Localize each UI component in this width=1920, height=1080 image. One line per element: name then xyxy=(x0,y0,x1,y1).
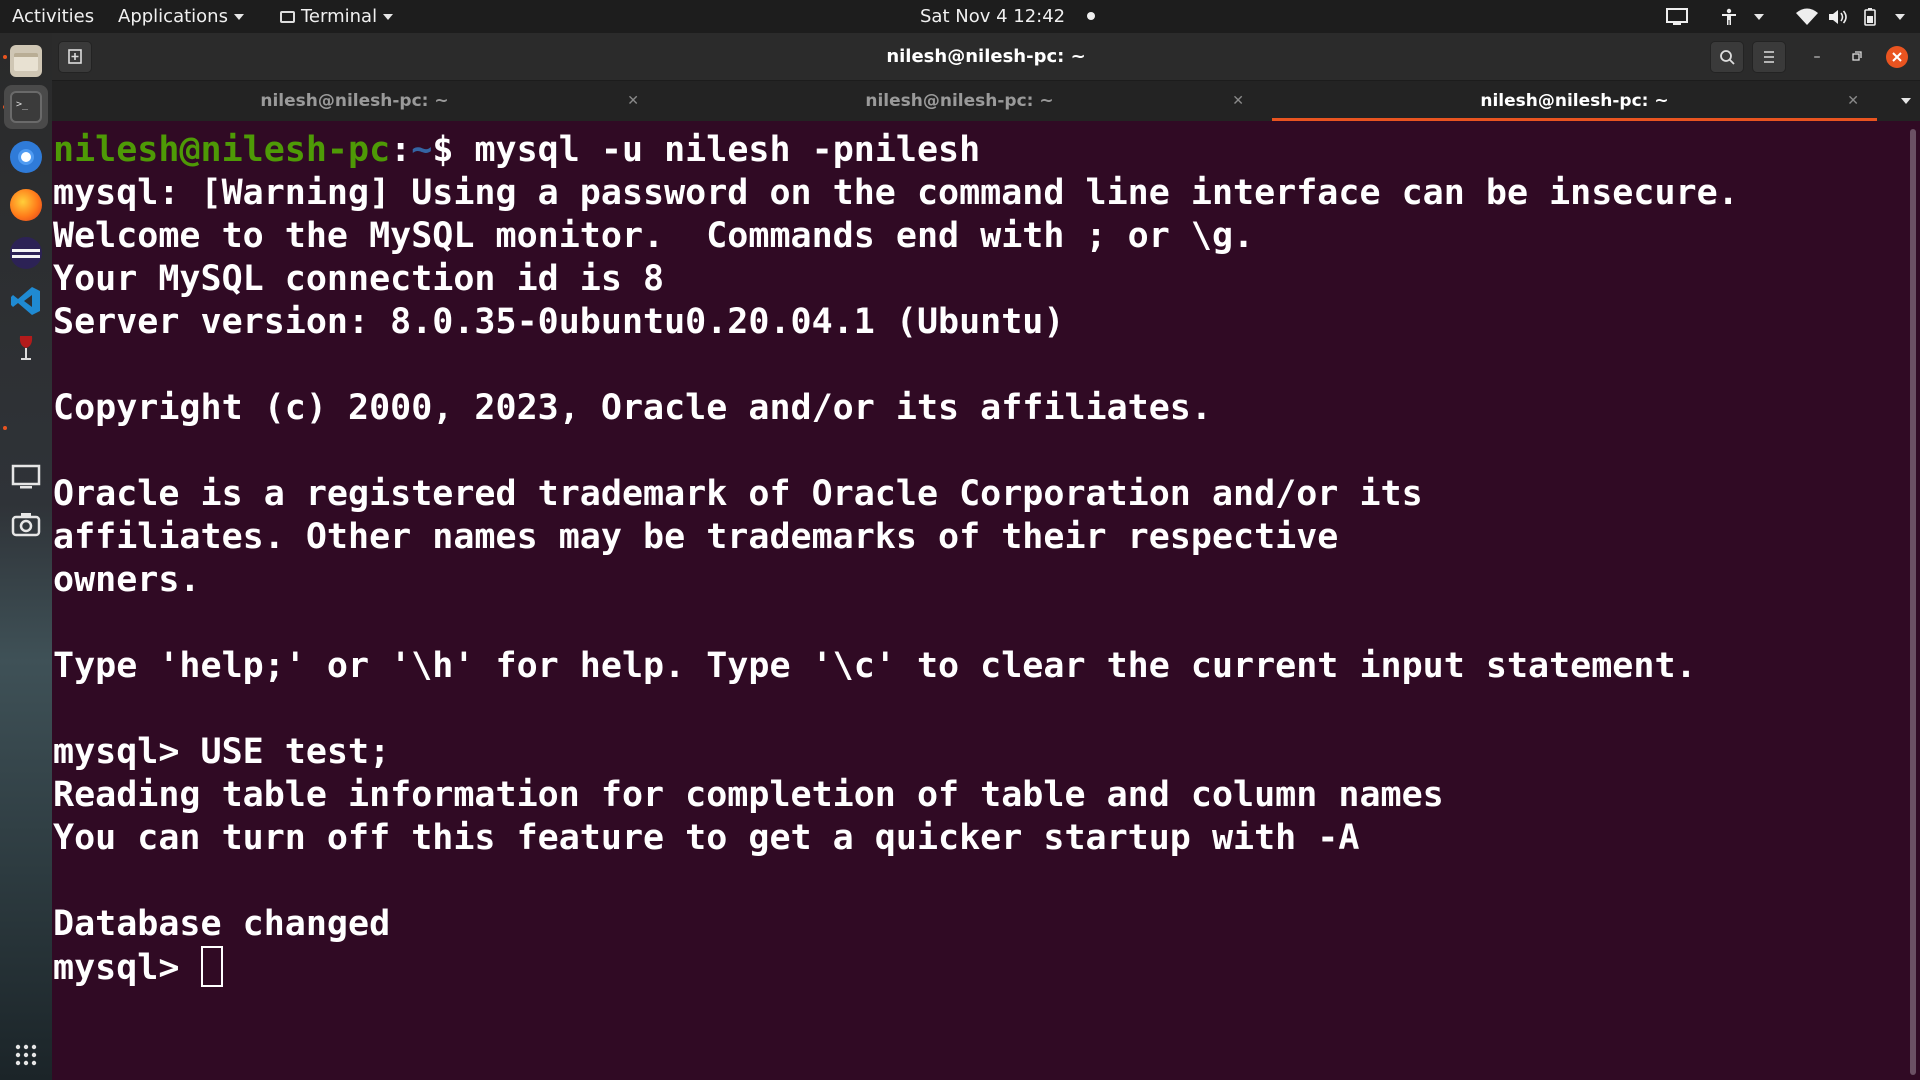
output-line: Copyright (c) 2000, 2023, Oracle and/or … xyxy=(53,388,1212,428)
maximize-button[interactable] xyxy=(1845,46,1867,68)
output-line: Server version: 8.0.35-0ubuntu0.20.04.1 … xyxy=(53,302,1065,342)
tab-bar: nilesh@nilesh-pc: ~ ✕ nilesh@nilesh-pc: … xyxy=(52,81,1920,121)
text-cursor xyxy=(200,946,223,987)
mysql-prompt: mysql> xyxy=(53,948,201,988)
output-line: You can turn off this feature to get a q… xyxy=(53,818,1360,858)
scrollbar[interactable] xyxy=(1910,129,1916,1075)
minimize-icon: – xyxy=(1813,49,1821,65)
tab-list-dropdown-icon[interactable] xyxy=(1901,98,1911,104)
activities-button[interactable]: Activities xyxy=(12,0,94,33)
search-button[interactable] xyxy=(1710,41,1744,73)
menu-button[interactable] xyxy=(1752,41,1786,73)
output-line: Type 'help;' or '\h' for help. Type '\c'… xyxy=(53,646,1697,686)
minimize-button[interactable]: – xyxy=(1806,46,1828,68)
camera-icon[interactable] xyxy=(10,509,42,541)
output-line: Reading table information for completion… xyxy=(53,775,1444,815)
volume-icon[interactable] xyxy=(1828,8,1848,26)
hamburger-icon xyxy=(1764,51,1774,63)
output-line: Oracle is a registered trademark of Orac… xyxy=(53,474,1423,514)
wine-icon[interactable] xyxy=(10,333,42,365)
window-title: nilesh@nilesh-pc: ~ xyxy=(886,46,1086,67)
command-line: nilesh@nilesh-pc:~$ mysql -u nilesh -pni… xyxy=(53,129,1907,172)
header-bar: nilesh@nilesh-pc: ~ – xyxy=(52,33,1920,81)
search-icon xyxy=(1720,50,1735,65)
output-line: mysql> USE test; xyxy=(53,732,391,772)
close-icon xyxy=(1892,52,1902,62)
terminal-small-icon xyxy=(280,11,295,23)
vscode-icon[interactable] xyxy=(10,285,42,317)
app-menu-label: Terminal xyxy=(301,6,378,27)
chevron-down-icon xyxy=(1895,14,1905,20)
output-line: Your MySQL connection id is 8 xyxy=(53,259,665,299)
input-line[interactable]: mysql> xyxy=(53,946,1907,989)
accessibility-icon[interactable] xyxy=(1720,8,1738,26)
files-icon[interactable] xyxy=(10,45,42,77)
battery-icon[interactable] xyxy=(1862,8,1878,26)
applications-label: Applications xyxy=(118,6,228,27)
prompt-user: nilesh@nilesh-pc xyxy=(53,130,391,170)
tab-label: nilesh@nilesh-pc: ~ xyxy=(1480,91,1669,111)
screen-icon[interactable] xyxy=(10,461,42,493)
tab-2[interactable]: nilesh@nilesh-pc: ~ ✕ xyxy=(657,81,1262,121)
wifi-icon[interactable] xyxy=(1796,8,1818,26)
tab-close-icon[interactable]: ✕ xyxy=(627,81,639,121)
command-text: mysql -u nilesh -pnilesh xyxy=(474,130,981,170)
tab-label: nilesh@nilesh-pc: ~ xyxy=(865,91,1054,111)
clock[interactable]: Sat Nov 4 12:42 xyxy=(920,0,1095,33)
close-button[interactable] xyxy=(1886,46,1908,68)
top-bar: Activities Applications Terminal Sat Nov… xyxy=(0,0,1920,33)
output-line: affiliates. Other names may be trademark… xyxy=(53,517,1339,557)
applications-menu[interactable]: Applications xyxy=(118,0,244,33)
dock: >_ xyxy=(0,33,52,1080)
show-applications-icon[interactable] xyxy=(10,1039,42,1071)
firefox-icon[interactable] xyxy=(10,189,42,221)
output-line: Welcome to the MySQL monitor. Commands e… xyxy=(53,216,1255,256)
notification-dot-icon xyxy=(1086,12,1095,20)
prompt-path: ~ xyxy=(411,130,433,170)
chromium-icon[interactable] xyxy=(10,141,42,173)
output-line: owners. xyxy=(53,560,201,600)
terminal-icon[interactable]: >_ xyxy=(10,91,42,123)
screen-share-icon[interactable] xyxy=(1666,8,1688,26)
tab-1[interactable]: nilesh@nilesh-pc: ~ ✕ xyxy=(52,81,657,121)
eclipse-icon[interactable] xyxy=(10,237,42,269)
chevron-down-icon xyxy=(233,14,244,20)
chevron-down-icon xyxy=(1754,14,1764,20)
prompt-separator: : xyxy=(390,130,412,170)
running-indicator xyxy=(3,426,7,430)
running-indicator xyxy=(3,55,7,59)
output-line: mysql: [Warning] Using a password on the… xyxy=(53,173,1739,213)
app-menu-terminal[interactable]: Terminal xyxy=(280,0,394,33)
output-line: Database changed xyxy=(53,904,391,944)
terminal-output[interactable]: nilesh@nilesh-pc:~$ mysql -u nilesh -pni… xyxy=(52,121,1907,1080)
clock-label: Sat Nov 4 12:42 xyxy=(920,6,1066,27)
tab-3[interactable]: nilesh@nilesh-pc: ~ ✕ xyxy=(1272,81,1877,121)
tab-label: nilesh@nilesh-pc: ~ xyxy=(260,91,449,111)
tab-close-icon[interactable]: ✕ xyxy=(1232,81,1244,121)
tab-close-icon[interactable]: ✕ xyxy=(1847,81,1859,121)
restore-icon xyxy=(1852,51,1862,61)
terminal-window: nilesh@nilesh-pc: ~ – nilesh@nilesh-pc: … xyxy=(52,33,1920,1080)
prompt-symbol: $ xyxy=(432,130,475,170)
chevron-down-icon xyxy=(383,14,394,20)
